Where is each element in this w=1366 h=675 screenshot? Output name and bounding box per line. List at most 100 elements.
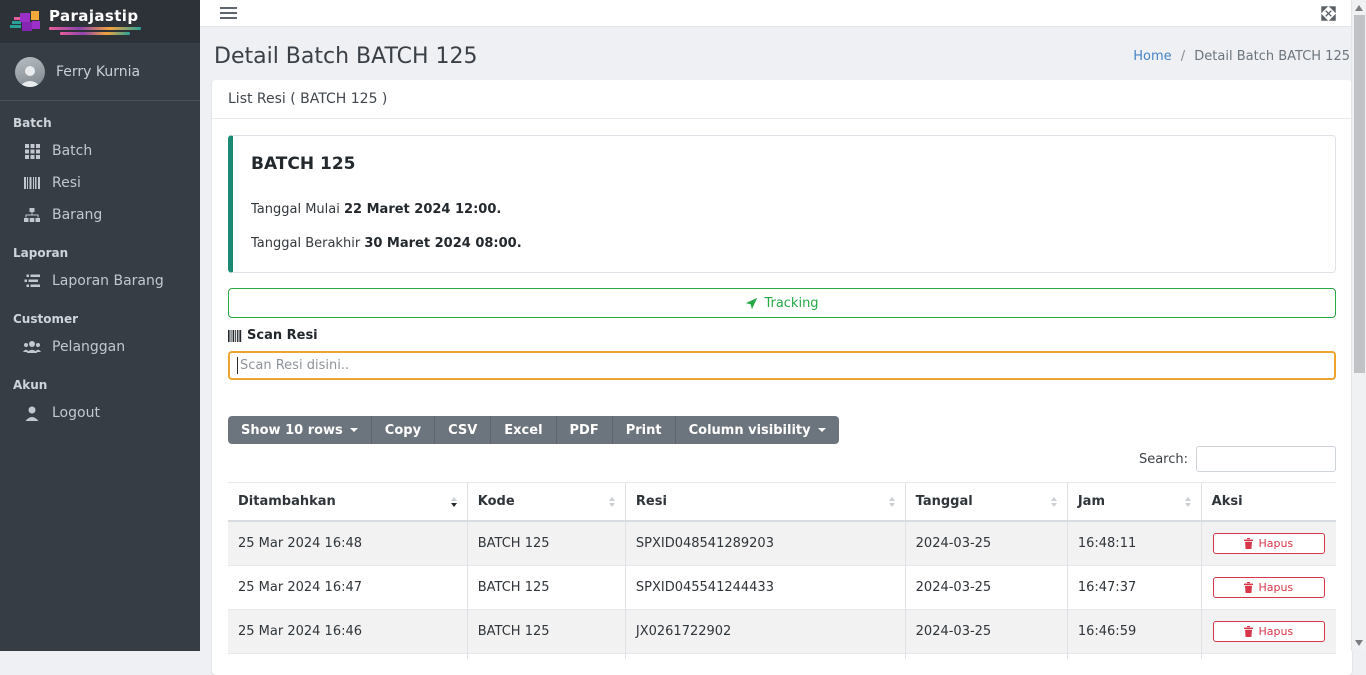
hapus-label: Hapus: [1258, 581, 1294, 594]
scrollbar-thumb[interactable]: [1354, 15, 1365, 373]
csv-label: CSV: [448, 422, 478, 438]
fullscreen-icon[interactable]: [1321, 5, 1336, 21]
sidebar-item-pelanggan[interactable]: Pelanggan: [0, 331, 200, 363]
card-title: List Resi ( BATCH 125 ): [212, 80, 1352, 119]
breadcrumb-home-link[interactable]: Home: [1133, 49, 1171, 64]
tracking-button[interactable]: Tracking: [228, 288, 1336, 318]
copy-button[interactable]: Copy: [370, 416, 435, 444]
sidebar-item-label: Batch: [52, 143, 93, 159]
caret-down-icon: [817, 428, 826, 432]
datatable-search: Search:: [228, 446, 1336, 472]
cell-jam: 16:47:37: [1066, 565, 1202, 610]
column-header-ditambahkan[interactable]: Ditambahkan: [228, 482, 468, 522]
sort-icon[interactable]: [608, 496, 615, 507]
sidebar-item-label: Laporan Barang: [52, 273, 164, 289]
scrollbar-up-arrow-icon[interactable]: [1355, 5, 1363, 11]
sidebar-item-label: Logout: [52, 405, 100, 421]
avatar: [15, 57, 45, 87]
sidebar-item-label: Resi: [52, 175, 81, 191]
hapus-label: Hapus: [1258, 537, 1294, 550]
menu-header-batch: Batch: [13, 116, 52, 130]
scrollbar-down-arrow-icon[interactable]: [1355, 640, 1363, 646]
column-header-jam[interactable]: Jam: [1066, 482, 1202, 522]
sort-icon[interactable]: [450, 496, 457, 507]
scan-resi-input[interactable]: [228, 351, 1336, 380]
list-resi-card: List Resi ( BATCH 125 ) BATCH 125 Tangga…: [212, 80, 1352, 675]
location-arrow-icon: [746, 297, 758, 309]
table-row: 25 Mar 2024 16:48 BATCH 125 SPXID0485412…: [228, 520, 1336, 566]
sidebar-item-resi[interactable]: Resi: [0, 167, 200, 199]
users-icon: [23, 340, 41, 354]
column-label: Aksi: [1211, 494, 1243, 509]
cell-tanggal: 2024-03-25: [904, 565, 1068, 610]
hamburger-menu-icon[interactable]: [218, 0, 239, 26]
trash-icon: [1244, 538, 1254, 549]
scan-resi-label-text: Scan Resi: [247, 328, 318, 343]
brand-tagline: [49, 26, 141, 35]
cell-ditambahkan: 25 Mar 2024 16:46: [228, 609, 468, 654]
column-visibility-button[interactable]: Column visibility: [674, 416, 839, 444]
sidebar-item-barang[interactable]: Barang: [0, 199, 200, 231]
breadcrumb-current: Detail Batch BATCH 125: [1194, 49, 1350, 64]
table-row: 25 Mar 2024 16:47 BATCH 125 SPXID0455412…: [228, 565, 1336, 610]
cell-kode: BATCH 125: [466, 520, 626, 566]
cell-resi: SPXID045541244433: [624, 565, 906, 610]
main-area: Detail Batch BATCH 125 Home / Detail Bat…: [200, 0, 1366, 675]
column-header-kode[interactable]: Kode: [466, 482, 626, 522]
hapus-label: Hapus: [1258, 625, 1294, 638]
user-icon: [23, 406, 41, 421]
sitemap-icon: [23, 207, 41, 223]
column-header-aksi: Aksi: [1200, 482, 1336, 522]
sidebar-item-batch[interactable]: Batch: [0, 135, 200, 167]
hapus-button[interactable]: Hapus: [1212, 621, 1325, 642]
cell-kode: BATCH 125: [466, 565, 626, 610]
cell-tanggal: 2024-03-25: [904, 520, 1068, 566]
sidebar-menu: Batch Batch Resi Barang Laporan Laporan …: [0, 101, 200, 429]
cell-tanggal: 2024-03-25: [904, 609, 1068, 654]
content-header: Detail Batch BATCH 125 Home / Detail Bat…: [212, 39, 1352, 80]
brand-logo-icon: [10, 10, 40, 31]
scan-resi-label: Scan Resi: [228, 328, 1336, 343]
sidebar-item-label: Pelanggan: [52, 339, 126, 355]
sort-icon[interactable]: [888, 496, 895, 507]
sidebar-item-laporan-barang[interactable]: Laporan Barang: [0, 265, 200, 297]
cell-ditambahkan: 25 Mar 2024 16:47: [228, 565, 468, 610]
cell-resi: JX0261722902: [624, 609, 906, 654]
sort-icon[interactable]: [1184, 496, 1191, 507]
show-rows-button[interactable]: Show 10 rows: [228, 416, 371, 444]
window-scrollbar[interactable]: [1351, 0, 1366, 651]
column-visibility-label: Column visibility: [688, 422, 811, 438]
cell-jam: 16:46:59: [1066, 609, 1202, 654]
pdf-button[interactable]: PDF: [555, 416, 612, 444]
csv-button[interactable]: CSV: [434, 416, 491, 444]
sidebar-item-logout[interactable]: Logout: [0, 397, 200, 429]
column-header-tanggal[interactable]: Tanggal: [904, 482, 1068, 522]
brand-name: Parajastip: [49, 6, 139, 25]
cell-ditambahkan: 25 Mar 2024 16:48: [228, 520, 468, 566]
search-input[interactable]: [1196, 446, 1336, 472]
breadcrumb: Home / Detail Batch BATCH 125: [1133, 49, 1350, 64]
sidebar-item-label: Barang: [52, 207, 103, 223]
datatable-buttons: Show 10 rows Copy CSV Excel PDF Print Co…: [228, 416, 1336, 444]
sort-icon[interactable]: [1050, 496, 1057, 507]
table-row-partial: [228, 653, 1336, 659]
cell-aksi: Hapus: [1200, 609, 1336, 654]
list-icon: [23, 274, 41, 288]
sidebar: Parajastip Ferry Kurnia Batch Batch Resi…: [0, 0, 200, 651]
column-header-resi[interactable]: Resi: [624, 482, 906, 522]
user-name: Ferry Kurnia: [56, 64, 141, 80]
hapus-button[interactable]: Hapus: [1212, 533, 1325, 554]
copy-label: Copy: [384, 422, 422, 438]
hapus-button[interactable]: Hapus: [1212, 577, 1325, 598]
trash-icon: [1244, 582, 1254, 593]
breadcrumb-separator: /: [1180, 49, 1186, 64]
barcode-icon: [228, 329, 242, 342]
batch-end-label: Tanggal Berakhir: [251, 236, 361, 251]
show-rows-label: Show 10 rows: [241, 422, 343, 438]
print-button[interactable]: Print: [611, 416, 675, 444]
column-label: Ditambahkan: [238, 494, 336, 509]
excel-button[interactable]: Excel: [490, 416, 556, 444]
menu-header-laporan: Laporan: [13, 246, 69, 260]
menu-header-customer: Customer: [13, 312, 79, 326]
brand[interactable]: Parajastip: [0, 0, 200, 44]
